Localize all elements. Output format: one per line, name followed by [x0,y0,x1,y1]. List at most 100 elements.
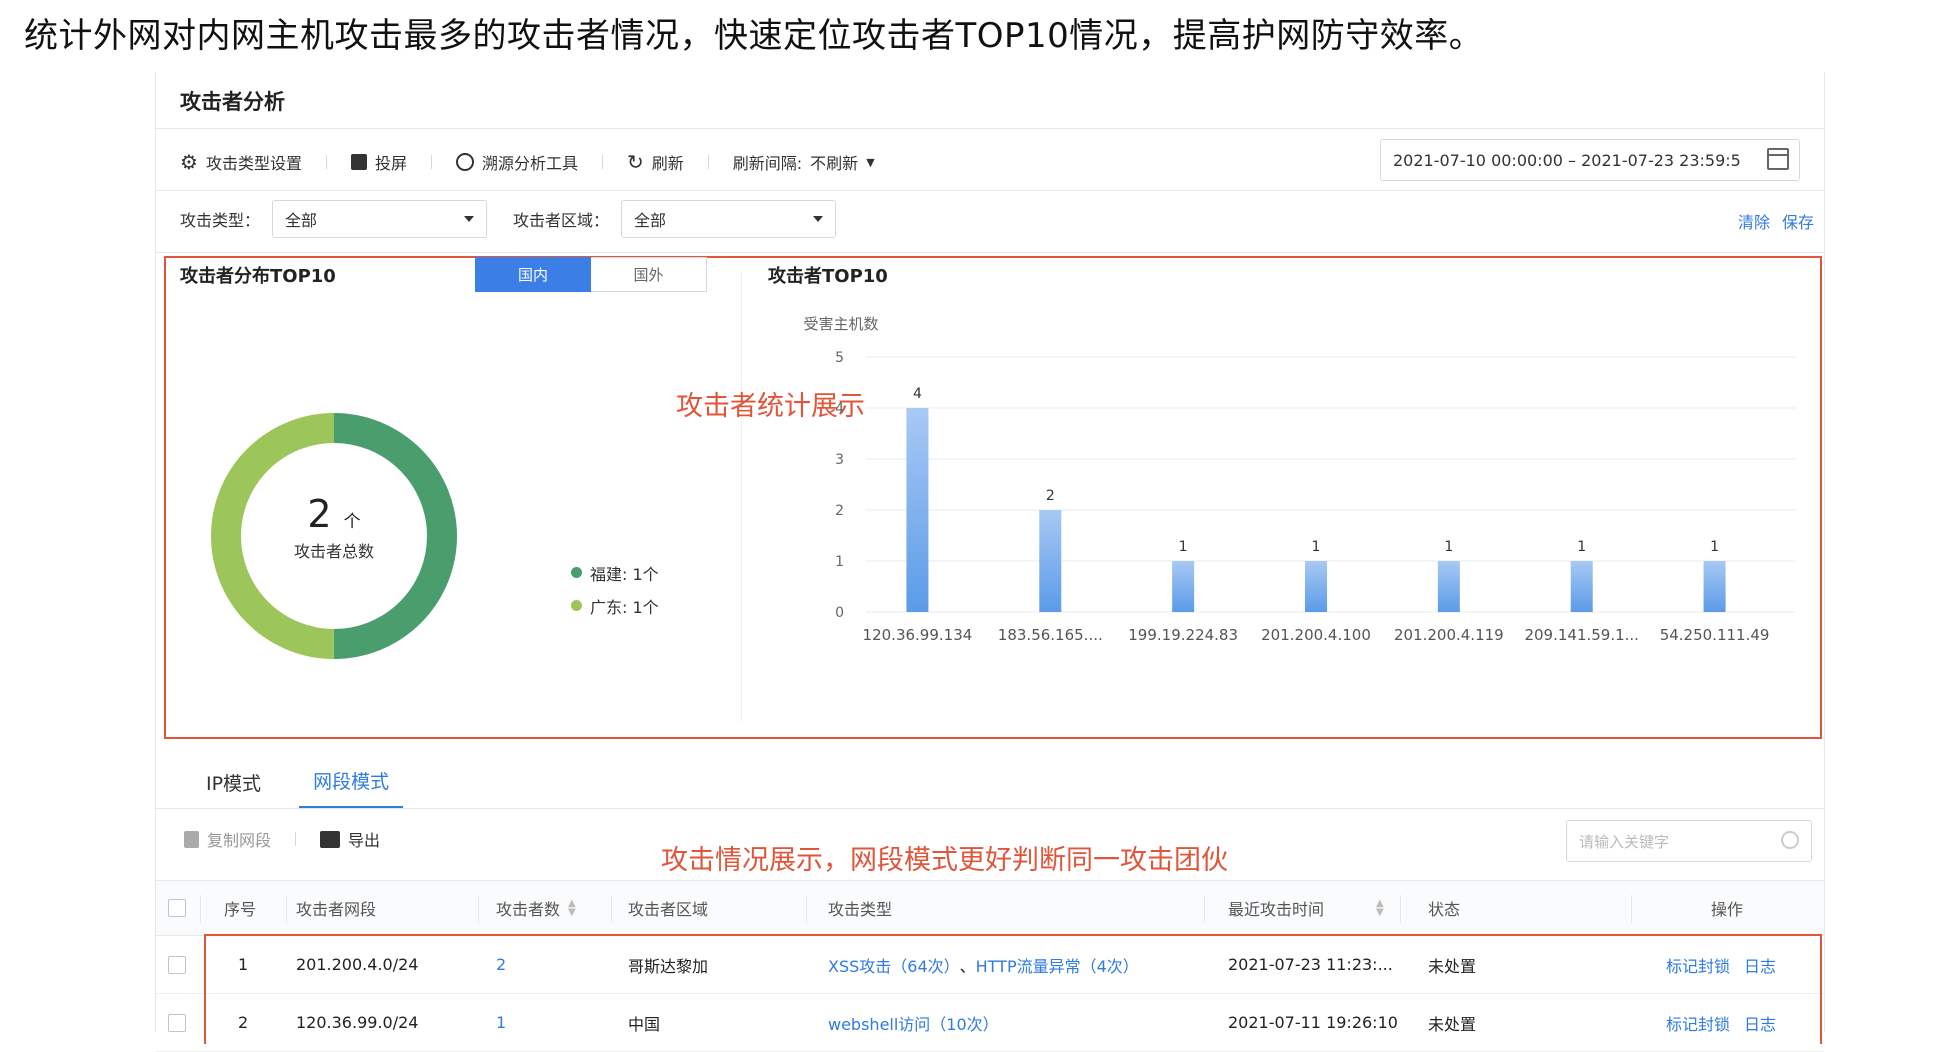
tab-foreign[interactable]: 国外 [591,257,707,292]
tab-segment-mode[interactable]: 网段模式 [299,767,404,808]
distribution-title: 攻击者分布TOP10 [180,266,336,287]
header-status: 状态 [1428,900,1461,919]
total-attackers-unit: 个 [343,512,361,532]
bar-value-label: 2 [1046,488,1055,504]
header-count[interactable]: 攻击者数 ▲ ▼ [496,881,576,935]
y-axis-label: 受害主机数 [803,315,878,333]
gear-icon: ⚙ [180,150,198,174]
bar [1172,561,1195,612]
sort-icon: ▲ ▼ [568,898,576,918]
filter-actions: 清除 保存 [1738,209,1814,233]
legend-item: 广东: 1个 [571,589,659,622]
trace-tool-button[interactable]: 溯源分析工具 [455,150,578,174]
date-range-picker[interactable]: 2021-07-10 00:00:00 – 2021-07-23 23:59:5 [1380,139,1800,181]
bar-value-label: 1 [1444,539,1453,555]
attack-type-settings-label: 攻击类型设置 [205,154,302,173]
x-tick-label: 199.19.224.83 [1128,626,1238,644]
attack-type-select-value: 全部 [285,211,318,230]
region-filter-label: 攻击者区域： [513,211,610,230]
header-segment: 攻击者网段 [296,900,377,919]
header-time-label: 最近攻击时间 [1228,900,1325,919]
row-checkbox[interactable] [168,936,186,993]
search-placeholder: 请输入关键字 [1579,832,1670,851]
clear-link[interactable]: 清除 [1738,209,1770,233]
toolbar-separator [325,155,327,169]
export-label: 导出 [348,831,381,850]
attack-type-filter-label: 攻击类型： [180,211,261,230]
region-select-value: 全部 [634,211,667,230]
export-icon [320,830,341,848]
header-type: 攻击类型 [828,900,893,919]
cast-screen-label: 投屏 [374,154,407,173]
cast-screen-button[interactable]: 投屏 [350,150,407,174]
refresh-label: 刷新 [651,154,684,173]
y-tick-label: 4 [835,401,844,417]
donut-center: 2 个 攻击者总数 [234,492,434,562]
bar-value-label: 4 [913,386,922,402]
bar-value-label: 1 [1577,539,1586,555]
search-input[interactable]: 请输入关键字 [1566,820,1812,862]
bar [1305,561,1327,612]
caret-down-icon: ▼ [866,155,875,169]
export-button[interactable]: 导出 [320,827,380,851]
trace-tool-icon [455,153,474,171]
search-icon [1781,831,1799,849]
x-tick-label: 201.200.4.119 [1394,626,1504,644]
y-tick-label: 2 [835,503,844,519]
x-tick-label: 120.36.99.134 [863,626,973,644]
legend-label: 福建: 1个 [590,564,659,584]
tab-ip-mode[interactable]: IP模式 [192,769,275,808]
refresh-interval-label: 刷新间隔: [732,154,803,173]
refresh-icon: ↻ [626,150,644,174]
x-tick-label: 201.200.4.100 [1261,626,1371,644]
divider [156,252,1824,253]
y-tick-label: 3 [835,452,844,468]
table-annotation: 攻击情况展示，网段模式更好判断同一攻击团伙 [661,845,1228,876]
y-tick-label: 0 [835,605,844,621]
legend-dot [571,567,582,578]
donut-legend: 福建: 1个 广东: 1个 [571,556,659,622]
legend-dot [571,600,582,611]
bar [1437,561,1460,612]
caret-down-icon [813,216,824,222]
toolbar-separator [430,155,432,169]
toolbar-separator [601,155,603,169]
save-link[interactable]: 保存 [1782,209,1814,233]
top10-bar-chart: 受害主机数 0 1 2 3 4 5 4 120.36.99.134 2 183.56.165....… [803,315,1796,644]
refresh-interval-value: 不刷新 [810,154,859,173]
row-checkbox[interactable] [168,994,186,1051]
select-all-checkbox[interactable] [168,881,186,935]
x-tick-label: 183.56.165.... [998,626,1103,644]
toolbar: ⚙ 攻击类型设置 投屏 溯源分析工具 ↻ 刷新 刷新间隔: 不刷新 ▼ [180,142,875,182]
header-time[interactable]: 最近攻击时间 ▲ ▼ [1228,881,1384,935]
divider [156,190,1824,191]
legend-label: 广东: 1个 [590,597,659,617]
region-tab-group: 国内 国外 [475,257,707,292]
divider [741,272,742,722]
header-count-label: 攻击者数 [496,900,561,919]
top10-title: 攻击者TOP10 [768,266,888,287]
header-actions: 操作 [1711,900,1744,919]
toolbar-separator [707,155,709,169]
region-select[interactable]: 全部 [621,200,837,238]
refresh-interval-dropdown[interactable]: 刷新间隔: 不刷新 ▼ [733,150,875,174]
copy-icon [184,830,199,848]
y-tick-label: 5 [835,350,844,366]
attack-type-settings-button[interactable]: ⚙ 攻击类型设置 [180,150,302,174]
divider [156,808,1824,809]
cast-screen-icon [350,154,367,170]
refresh-button[interactable]: ↻ 刷新 [627,150,684,174]
copy-segment-button[interactable]: 复制网段 [184,827,271,851]
divider [156,128,1824,129]
table-highlight-box [204,934,1822,1044]
calendar-icon [1767,148,1789,170]
attacker-analysis-panel: 攻击者分析 ⚙ 攻击类型设置 投屏 溯源分析工具 ↻ 刷新 刷新间隔: 不刷新 … [155,72,1825,1052]
attack-type-select[interactable]: 全部 [272,200,488,238]
tab-domestic[interactable]: 国内 [475,257,591,292]
y-tick-label: 1 [835,554,844,570]
bar-value-label: 1 [1179,539,1188,555]
bar [906,408,929,612]
x-tick-label: 54.250.111.49 [1660,626,1770,644]
header-region: 攻击者区域 [628,900,709,919]
total-attackers-label: 攻击者总数 [293,542,374,561]
